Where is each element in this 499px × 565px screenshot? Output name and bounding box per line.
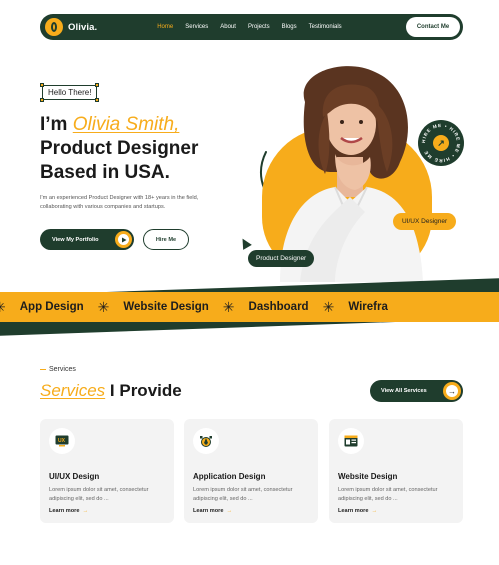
card-description: Lorem ipsum dolor sit amet, consectetur … xyxy=(338,487,438,502)
nav-testimonials[interactable]: Testimonials xyxy=(309,24,342,30)
hello-tag: Hello There! xyxy=(40,83,100,102)
nav-blogs[interactable]: Blogs xyxy=(282,24,297,30)
hero-title-prefix: I’m xyxy=(40,114,73,135)
marquee-item: Dashboard xyxy=(248,301,309,313)
asterisk-icon: ✳ xyxy=(222,298,235,315)
service-card-uiux[interactable]: UX UI/UX Design Lorem ipsum dolor sit am… xyxy=(40,419,174,523)
hero-title-line3: Based in USA. xyxy=(40,162,170,183)
nav-menu: Home Services About Projects Blogs Testi… xyxy=(157,24,353,30)
arrow-up-right-icon: ↗ xyxy=(433,135,449,151)
play-icon xyxy=(115,231,132,248)
card-title: Website Design xyxy=(338,472,398,481)
hire-me-button[interactable]: Hire Me xyxy=(143,229,189,250)
hero-title-line2: Product Designer xyxy=(40,138,199,159)
marquee-item: Wirefra xyxy=(348,301,388,313)
asterisk-icon: ✳ xyxy=(322,298,335,315)
nav-about[interactable]: About xyxy=(220,24,236,30)
svg-text:UX: UX xyxy=(58,438,66,444)
view-portfolio-label: View My Portfolio xyxy=(52,236,99,243)
logo-text: Olivia. xyxy=(68,21,98,33)
services-tag-text: Services xyxy=(49,366,76,373)
pen-tool-icon xyxy=(193,428,219,454)
services-title-highlight: Services xyxy=(40,381,106,400)
asterisk-icon: ✳ xyxy=(97,298,110,315)
marquee-item: Website Design xyxy=(123,301,209,313)
learn-more-link[interactable]: Learn more → xyxy=(193,508,232,514)
services-tag: Services xyxy=(40,366,76,373)
hero-name: Olivia Smith, xyxy=(72,114,180,135)
top-navbar: Olivia. Home Services About Projects Blo… xyxy=(40,14,463,40)
service-card-website[interactable]: Website Design Lorem ipsum dolor sit ame… xyxy=(329,419,463,523)
services-title-rest: I Provide xyxy=(105,381,182,400)
hello-text: Hello There! xyxy=(48,88,92,97)
view-all-label: View All Services xyxy=(381,388,427,394)
browser-layout-icon xyxy=(338,428,364,454)
nav-projects[interactable]: Projects xyxy=(248,24,270,30)
logo[interactable]: Olivia. xyxy=(45,18,97,36)
uiux-designer-badge: UI/UX Designer xyxy=(393,213,457,230)
service-card-application[interactable]: Application Design Lorem ipsum dolor sit… xyxy=(184,419,318,523)
view-all-services-button[interactable]: View All Services → xyxy=(370,380,463,402)
hire-me-circle-badge[interactable]: HIRE ME • HIRE ME • HIRE ME ↗ xyxy=(418,120,464,166)
arrow-right-icon: → xyxy=(226,508,233,514)
arrow-right-icon: → xyxy=(443,382,461,400)
view-portfolio-button[interactable]: View My Portfolio xyxy=(40,229,134,250)
contact-me-button[interactable]: Contact Me xyxy=(406,17,460,37)
logo-mark-icon xyxy=(45,18,63,36)
cursor-pointer-icon xyxy=(238,236,252,250)
marquee-item: App Design xyxy=(19,301,84,313)
learn-more-link[interactable]: Learn more → xyxy=(49,508,88,514)
services-title: Services I Provide xyxy=(40,381,182,401)
card-title: UI/UX Design xyxy=(49,472,100,481)
skills-marquee: ✳ App Design ✳ Website Design ✳ Dashboar… xyxy=(0,292,499,322)
profile-photo xyxy=(280,66,423,282)
hero-title: I’m Olivia Smith, Product Designer Based… xyxy=(40,113,260,185)
product-designer-badge: Product Designer xyxy=(248,250,315,267)
card-description: Lorem ipsum dolor sit amet, consectetur … xyxy=(193,487,293,502)
nav-services[interactable]: Services xyxy=(185,24,208,30)
card-description: Lorem ipsum dolor sit amet, consectetur … xyxy=(49,487,149,502)
learn-more-link[interactable]: Learn more → xyxy=(338,508,377,514)
portfolio-page: Olivia. Home Services About Projects Blo… xyxy=(0,0,499,565)
asterisk-icon: ✳ xyxy=(0,299,6,316)
arrow-right-icon: → xyxy=(82,508,89,514)
nav-home[interactable]: Home xyxy=(157,24,173,30)
arrow-right-icon: → xyxy=(371,508,378,514)
ux-icon: UX xyxy=(49,428,75,454)
card-title: Application Design xyxy=(193,472,266,481)
hero-description: I'm an experienced Product Designer with… xyxy=(40,195,199,210)
